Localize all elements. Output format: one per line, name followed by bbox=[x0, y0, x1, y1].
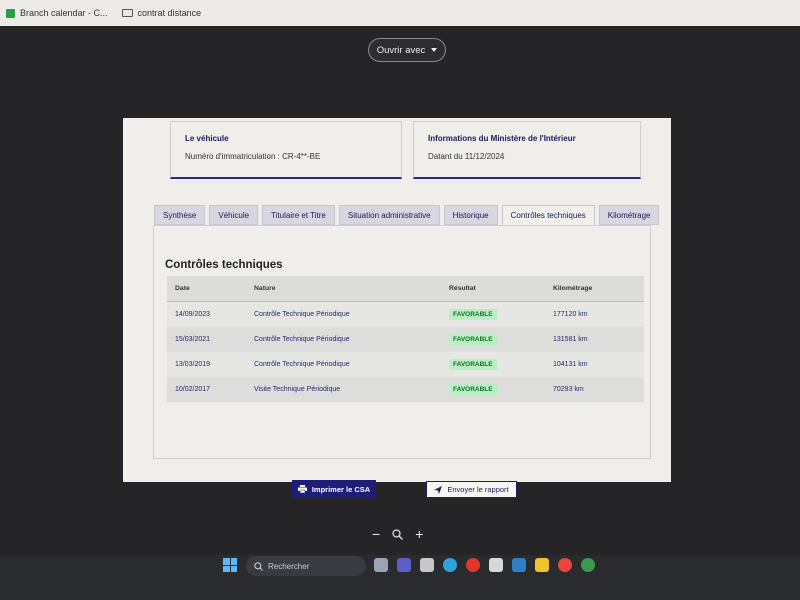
inspections-table: Date Nature Résultat Kilométrage 14/09/2… bbox=[167, 276, 644, 402]
registration-number: Numéro d'immatriculation : CR-4**-BE bbox=[185, 152, 321, 161]
windows-start-icon[interactable] bbox=[223, 558, 237, 572]
zoom-out-button[interactable]: − bbox=[372, 526, 380, 542]
tab-panel: Contrôles techniques Date Nature Résulta… bbox=[153, 225, 651, 459]
vehicle-card: Le véhicule Numéro d'immatriculation : C… bbox=[170, 121, 402, 179]
row-date: 15/03/2021 bbox=[175, 336, 211, 343]
spreadsheet-icon bbox=[6, 8, 15, 18]
outlook-icon[interactable] bbox=[512, 558, 526, 572]
tab-situation-administrative[interactable]: Situation administrative bbox=[338, 205, 440, 225]
opera-icon[interactable] bbox=[466, 558, 480, 572]
send-label: Envoyer le rapport bbox=[447, 485, 509, 494]
row-date: 14/09/2023 bbox=[175, 311, 211, 318]
tab-titulaire-titre[interactable]: Titulaire et Titre bbox=[262, 205, 335, 225]
row-mileage: 177120 km bbox=[553, 311, 588, 318]
tab-vehicule[interactable]: Véhicule bbox=[209, 205, 259, 225]
open-with-label: Ouvrir avec bbox=[376, 44, 426, 56]
task-view-icon[interactable] bbox=[374, 558, 388, 572]
open-with-button[interactable]: Ouvrir avec bbox=[368, 38, 446, 62]
header-nature: Nature bbox=[254, 285, 276, 292]
tab-kilometrage[interactable]: Kilométrage bbox=[598, 205, 660, 225]
ministry-date: Datant du 11/12/2024 bbox=[428, 152, 505, 161]
row-date: 13/03/2019 bbox=[175, 361, 211, 368]
chrome-icon[interactable] bbox=[558, 558, 572, 572]
tab-controles-techniques[interactable]: Contrôles techniques bbox=[501, 205, 595, 225]
bookmark-contrat-distance[interactable]: contrat distance bbox=[121, 8, 202, 18]
row-mileage: 70293 km bbox=[553, 386, 584, 393]
table-header: Date Nature Résultat Kilométrage bbox=[167, 276, 644, 302]
bookmark-label: contrat distance bbox=[137, 8, 202, 18]
search-placeholder: Rechercher bbox=[268, 561, 310, 571]
result-badge: FAVORABLE bbox=[449, 384, 497, 395]
table-row: 14/09/2023 Contrôle Technique Périodique… bbox=[167, 302, 644, 327]
header-result: Résultat bbox=[449, 285, 476, 292]
header-mileage: Kilométrage bbox=[553, 285, 593, 292]
document-page: Le véhicule Numéro d'immatriculation : C… bbox=[123, 118, 671, 498]
taskbar-search[interactable]: Rechercher bbox=[246, 556, 366, 576]
send-report-button[interactable]: Envoyer le rapport bbox=[426, 481, 517, 498]
row-nature: Contrôle Technique Périodique bbox=[254, 311, 350, 318]
ministry-card: Informations du Ministère de l'Intérieur… bbox=[413, 121, 641, 179]
print-label: Imprimer le CSA bbox=[311, 484, 371, 494]
result-badge: FAVORABLE bbox=[449, 334, 497, 345]
zoom-controls: − + bbox=[372, 526, 423, 542]
row-nature: Contrôle Technique Périodique bbox=[254, 361, 350, 368]
row-nature: Contrôle Technique Périodique bbox=[254, 336, 350, 343]
table-row: 10/02/2017 Visite Technique Périodique F… bbox=[167, 377, 644, 402]
tab-synthese[interactable]: Synthèse bbox=[154, 205, 206, 225]
folder-icon bbox=[121, 9, 133, 17]
table-row: 13/03/2019 Contrôle Technique Périodique… bbox=[167, 352, 644, 377]
edge-icon[interactable] bbox=[443, 558, 457, 572]
row-date: 10/02/2017 bbox=[175, 386, 211, 393]
row-nature: Visite Technique Périodique bbox=[254, 386, 341, 393]
result-badge: FAVORABLE bbox=[449, 309, 497, 320]
result-badge: FAVORABLE bbox=[449, 359, 497, 370]
search-icon bbox=[254, 561, 263, 571]
tab-bar: Synthèse Véhicule Titulaire et Titre Sit… bbox=[154, 205, 660, 225]
printer-icon bbox=[297, 485, 307, 493]
bookmark-label: Branch calendar - C... bbox=[20, 8, 108, 18]
caret-down-icon bbox=[431, 48, 438, 52]
print-csa-button[interactable]: Imprimer le CSA bbox=[292, 480, 376, 498]
table-row: 15/03/2021 Contrôle Technique Périodique… bbox=[167, 327, 644, 352]
section-title: Contrôles techniques bbox=[165, 259, 283, 271]
vehicle-card-title: Le véhicule bbox=[185, 134, 229, 143]
store-icon[interactable] bbox=[420, 558, 434, 572]
chrome-profile-icon[interactable] bbox=[581, 558, 595, 572]
row-mileage: 104131 km bbox=[553, 361, 588, 368]
header-date: Date bbox=[175, 285, 190, 292]
bookmarks-bar: Branch calendar - C... contrat distance bbox=[0, 0, 800, 26]
file-explorer-icon[interactable] bbox=[535, 558, 549, 572]
document-viewer: Ouvrir avec Le véhicule Numéro d'immatri… bbox=[0, 26, 800, 558]
tab-historique[interactable]: Historique bbox=[443, 205, 498, 225]
taskbar-apps bbox=[374, 558, 595, 572]
send-arrow-icon bbox=[434, 485, 443, 494]
zoom-magnifier-icon[interactable] bbox=[392, 528, 404, 540]
zoom-in-button[interactable]: + bbox=[415, 526, 423, 542]
bookmark-branch-calendar[interactable]: Branch calendar - C... bbox=[6, 8, 108, 18]
app-icon[interactable] bbox=[489, 558, 503, 572]
taskbar: Rechercher bbox=[0, 555, 800, 600]
teams-icon[interactable] bbox=[397, 558, 411, 572]
ministry-card-title: Informations du Ministère de l'Intérieur bbox=[428, 134, 576, 143]
row-mileage: 131581 km bbox=[553, 336, 588, 343]
